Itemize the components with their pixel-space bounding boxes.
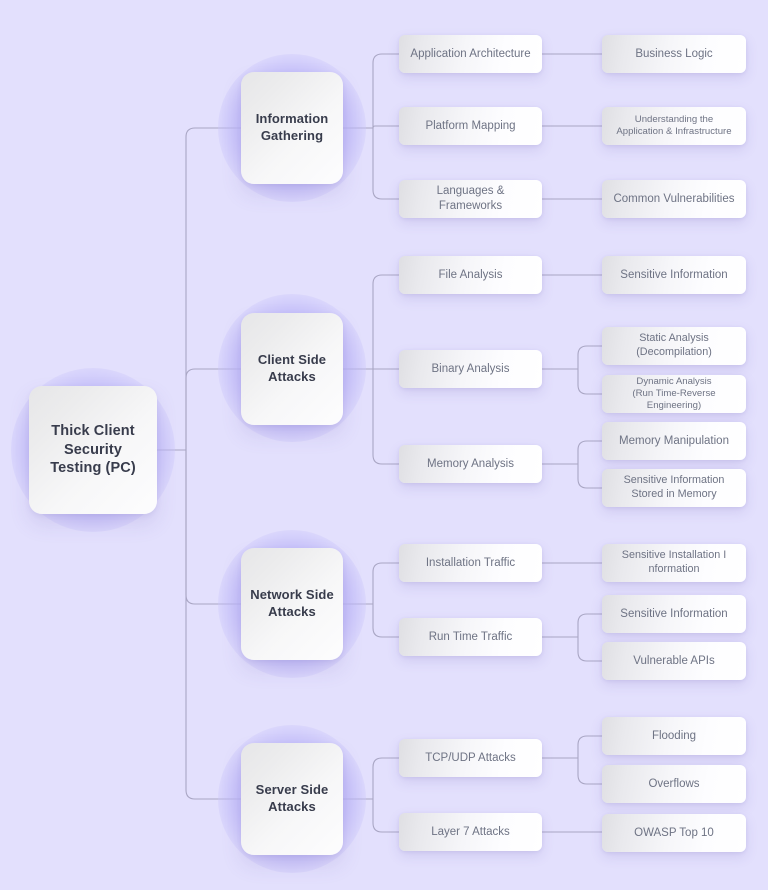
node-label: Static Analysis (Decompilation)	[636, 332, 712, 358]
branch-client-side-attacks-arm	[372, 368, 400, 465]
sub-1-2-arm	[577, 440, 603, 465]
node-label: Understanding the Application & Infrastru…	[616, 113, 732, 137]
mindmap-canvas: Thick Client Security Testing (PC) Informat…	[0, 0, 768, 890]
node-label: Languages & Frameworks	[436, 185, 505, 212]
node-label: Server Side Attacks	[255, 782, 329, 814]
node-label: Memory Manipulation	[619, 434, 729, 447]
sub-1-1-arm	[577, 345, 603, 370]
node-label: Overflows	[648, 777, 700, 790]
node-lvl4-1-1-1[interactable]: Dynamic Analysis (Run Time-Reverse Engine…	[602, 375, 746, 413]
sub-3-0-arm	[577, 757, 603, 785]
node-label: Sensitive Information Stored in Memory	[623, 474, 725, 500]
node-label: Installation Traffic	[425, 556, 516, 569]
branch-information-gathering-arm	[372, 53, 400, 129]
branch-network-side-attacks-arm	[372, 603, 400, 638]
node-lvl4-1-0-0[interactable]: Sensitive Information	[602, 256, 746, 294]
node-label: Layer 7 Attacks	[431, 825, 510, 838]
node-lvl3-2-1[interactable]: Run Time Traffic	[399, 618, 542, 656]
sub-1-1-arm	[577, 368, 603, 395]
node-label: File Analysis	[438, 268, 503, 281]
node-lvl4-3-0-1[interactable]: Overflows	[602, 765, 746, 803]
branch-client-side-attacks-arm	[372, 274, 400, 370]
sub-3-0-arm	[577, 735, 603, 759]
branch-information-gathering-arm	[372, 127, 400, 200]
node-label: Thick Client Security Testing (PC)	[50, 423, 136, 477]
branch-server-side-attacks-arm	[372, 757, 400, 800]
node-label: Information Gathering	[255, 111, 329, 143]
node-label: Business Logic	[635, 47, 713, 60]
node-label: TCP/UDP Attacks	[425, 751, 516, 764]
branch-node-client-side-attacks[interactable]: Client Side Attacks	[241, 313, 343, 425]
node-lvl4-0-2-0[interactable]: Common Vulnerabilities	[602, 180, 746, 218]
node-label: Dynamic Analysis (Run Time-Reverse Engine…	[632, 375, 716, 412]
node-label: Run Time Traffic	[428, 630, 513, 643]
node-label: Binary Analysis	[431, 362, 510, 375]
node-label: Flooding	[651, 729, 697, 742]
node-label: Client Side Attacks	[257, 352, 327, 384]
node-lvl3-1-0[interactable]: File Analysis	[399, 256, 542, 294]
node-lvl4-2-1-1[interactable]: Vulnerable APIs	[602, 642, 746, 680]
node-lvl3-1-1[interactable]: Binary Analysis	[399, 350, 542, 388]
branch-node-server-side-attacks[interactable]: Server Side Attacks	[241, 743, 343, 855]
branch-server-side-attacks-arm	[372, 798, 400, 833]
node-label: Sensitive Installation Information	[621, 549, 727, 575]
node-lvl4-0-1-0[interactable]: Understanding the Application & Infrastru…	[602, 107, 746, 145]
node-lvl3-0-2[interactable]: Languages & Frameworks	[399, 180, 542, 218]
node-lvl3-0-1[interactable]: Platform Mapping	[399, 107, 542, 145]
branch-network-side-attacks-arm	[372, 562, 400, 605]
node-label: Sensitive Information	[620, 607, 728, 620]
node-lvl4-1-1-0[interactable]: Static Analysis (Decompilation)	[602, 327, 746, 365]
node-label: Platform Mapping	[425, 119, 516, 132]
node-lvl3-0-0[interactable]: Application Architecture	[399, 35, 542, 73]
branch-information-gathering-arm	[372, 125, 400, 129]
node-lvl3-1-2[interactable]: Memory Analysis	[399, 445, 542, 483]
node-lvl4-0-0-0[interactable]: Business Logic	[602, 35, 746, 73]
sub-2-1-arm	[577, 613, 603, 638]
sub-2-1-arm	[577, 636, 603, 662]
node-label: Memory Analysis	[427, 457, 514, 470]
node-lvl3-2-0[interactable]: Installation Traffic	[399, 544, 542, 582]
node-label: Application Architecture	[410, 47, 531, 60]
sub-1-2-arm	[577, 463, 603, 489]
node-lvl4-2-1-0[interactable]: Sensitive Information	[602, 595, 746, 633]
node-label: Network Side Attacks	[250, 587, 334, 619]
branch-node-network-side-attacks[interactable]: Network Side Attacks	[241, 548, 343, 660]
node-label: OWASP Top 10	[634, 826, 714, 839]
node-lvl3-3-1[interactable]: Layer 7 Attacks	[399, 813, 542, 851]
branch-node-information-gathering[interactable]: Information Gathering	[241, 72, 343, 184]
node-label: Vulnerable APIs	[633, 654, 715, 667]
node-lvl4-3-1-0[interactable]: OWASP Top 10	[602, 814, 746, 852]
node-lvl3-3-0[interactable]: TCP/UDP Attacks	[399, 739, 542, 777]
node-label: Common Vulnerabilities	[613, 192, 735, 205]
node-lvl4-3-0-0[interactable]: Flooding	[602, 717, 746, 755]
root-node[interactable]: Thick Client Security Testing (PC)	[29, 386, 157, 514]
node-lvl4-1-2-1[interactable]: Sensitive Information Stored in Memory	[602, 469, 746, 507]
node-lvl4-1-2-0[interactable]: Memory Manipulation	[602, 422, 746, 460]
node-label: Sensitive Information	[620, 268, 728, 281]
node-lvl4-2-0-0[interactable]: Sensitive Installation Information	[602, 544, 746, 582]
